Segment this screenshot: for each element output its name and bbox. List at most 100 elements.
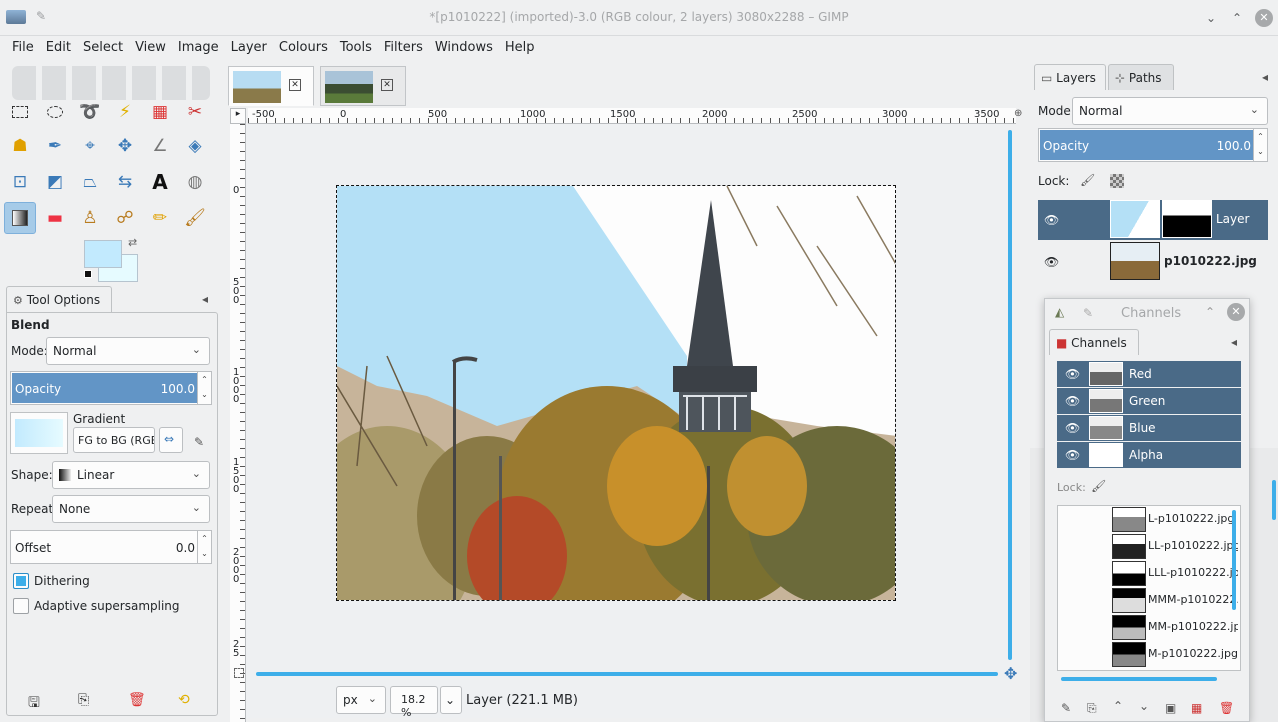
blend-icon[interactable] [4, 202, 36, 234]
color-picker-icon[interactable]: ⌖ [74, 130, 106, 162]
offset-spinner[interactable]: ⌃ ⌄ [197, 531, 211, 563]
scissors-icon[interactable]: ✂ [179, 96, 211, 128]
lock-alpha-icon[interactable] [1110, 174, 1124, 188]
lock-pixels-icon[interactable]: 🖌 [1091, 479, 1106, 493]
mode-dropdown[interactable]: Normal ⌄ [46, 337, 210, 365]
saved-channel-row[interactable]: MM-p1010222.jpg [1112, 614, 1238, 640]
menu-windows[interactable]: Windows [429, 36, 499, 55]
zoom-dropdown[interactable]: ⌄ [440, 686, 462, 714]
save-options-icon[interactable]: 🖫 [28, 692, 40, 716]
gradient-name-field[interactable]: FG to BG (RGB) [73, 427, 155, 453]
navigate-icon[interactable]: ⊕ [1014, 108, 1028, 124]
foreground-select-icon[interactable]: ☗ [4, 130, 36, 162]
default-colors-icon[interactable] [84, 270, 92, 278]
eye-icon[interactable]: 👁 [1044, 213, 1059, 227]
lock-pixels-icon[interactable]: 🖌 [1080, 173, 1095, 187]
offset-slider[interactable]: Offset 0.0 ⌃ ⌄ [10, 530, 212, 564]
eye-icon[interactable]: 👁 [1065, 448, 1080, 462]
chevron-up-icon[interactable]: ⌃ [1205, 305, 1215, 319]
layer-row-p1010222[interactable]: 👁 p1010222.jpg [1038, 242, 1268, 282]
layer-mode-dropdown[interactable]: Normal ⌄ [1072, 97, 1268, 125]
image-layer[interactable] [336, 185, 896, 601]
menu-view[interactable]: View [129, 36, 172, 55]
saved-channel-row[interactable]: LL-p1010222.jpg [1112, 533, 1238, 559]
menu-help[interactable]: Help [499, 36, 541, 55]
measure-icon[interactable]: ∠ [144, 130, 176, 162]
ellipse-select-icon[interactable] [39, 96, 71, 128]
zoom-field[interactable]: 18.2 % [390, 686, 438, 719]
gradient-preview[interactable] [10, 412, 68, 454]
pin-icon[interactable]: ✎ [1083, 306, 1093, 320]
maximize-chevron-up-icon[interactable]: ⌃ [1228, 9, 1246, 27]
eye-icon[interactable]: 👁 [1065, 421, 1080, 435]
close-tab-icon[interactable]: ✕ [381, 79, 393, 91]
panel-menu-icon[interactable]: ◂ [1231, 335, 1237, 349]
bucket-fill-icon[interactable]: ◍ [179, 166, 211, 198]
duplicate-channel-icon[interactable]: ▣ [1165, 701, 1176, 715]
vertical-scrollbar[interactable] [1008, 130, 1012, 660]
eye-icon[interactable]: 👁 [1065, 367, 1080, 381]
tab-layers[interactable]: ▭ Layers [1034, 64, 1106, 90]
reverse-gradient-button[interactable]: ⇔ [159, 427, 183, 453]
color-select-icon[interactable]: ▦ [144, 96, 176, 128]
paintbrush-icon[interactable]: 🖌 [179, 202, 211, 234]
pencil-icon[interactable]: ✏ [144, 202, 176, 234]
image-tab-1[interactable]: ✕ [228, 66, 314, 106]
flip-icon[interactable]: ⇆ [109, 166, 141, 198]
menu-colours[interactable]: Colours [273, 36, 334, 55]
close-icon[interactable]: ✕ [1255, 9, 1273, 27]
adaptive-supersampling-checkbox[interactable] [13, 598, 29, 614]
channel-row-green[interactable]: 👁 Green [1057, 388, 1241, 414]
menu-tools[interactable]: Tools [334, 36, 378, 55]
panel-menu-icon[interactable]: ◂ [202, 292, 208, 306]
channel-to-selection-icon[interactable]: ▦ [1191, 701, 1202, 715]
navigation-icon[interactable]: ✥ [1004, 664, 1017, 683]
layer-opacity-slider[interactable]: Opacity 100.0 ⌃ ⌄ [1038, 128, 1268, 162]
dithering-checkbox[interactable] [13, 573, 29, 589]
layer-opacity-spinner[interactable]: ⌃ ⌄ [1253, 129, 1267, 161]
lower-channel-icon[interactable]: ⌄ [1139, 699, 1149, 713]
perspective-icon[interactable]: ⏢ [74, 166, 106, 198]
dock-scrollbar[interactable] [1272, 480, 1276, 520]
unit-dropdown[interactable]: px ⌄ [336, 686, 386, 714]
horizontal-scrollbar[interactable] [256, 672, 998, 676]
saved-channel-row[interactable]: L-p1010222.jpg [1112, 506, 1236, 532]
channel-row-alpha[interactable]: 👁 Alpha [1057, 442, 1241, 468]
opacity-slider[interactable]: Opacity 100.0 ⌃ ⌄ [10, 371, 212, 405]
fg-bg-color-swatches[interactable]: ⇄ [84, 236, 138, 282]
close-tab-icon[interactable]: ✕ [289, 79, 301, 91]
image-tab-2[interactable]: ✕ [320, 66, 406, 106]
opacity-spinner[interactable]: ⌃ ⌄ [197, 372, 211, 404]
channel-row-blue[interactable]: 👁 Blue [1057, 415, 1241, 441]
repeat-dropdown[interactable]: None ⌄ [52, 495, 210, 523]
edit-channel-icon[interactable]: ✎ [1061, 701, 1071, 715]
channel-row-red[interactable]: 👁 Red [1057, 361, 1241, 387]
menu-layer[interactable]: Layer [225, 36, 273, 55]
align-icon[interactable]: ◈ [179, 130, 211, 162]
fuzzy-select-icon[interactable]: ⚡ [109, 96, 141, 128]
quick-mask-toggle-icon[interactable] [234, 668, 244, 678]
tab-channels[interactable]: ■ Channels [1049, 329, 1139, 355]
raise-channel-icon[interactable]: ⌃ [1113, 699, 1123, 713]
eye-icon[interactable]: 👁 [1065, 394, 1080, 408]
foreground-color-swatch[interactable] [84, 240, 122, 268]
list-hscrollbar[interactable] [1061, 677, 1217, 681]
move-icon[interactable]: ✥ [109, 130, 141, 162]
shape-dropdown[interactable]: Linear ⌄ [52, 461, 210, 489]
clone-icon[interactable]: ♙ [74, 202, 106, 234]
restore-options-icon[interactable]: ⎘ [78, 692, 89, 708]
canvas[interactable] [246, 124, 1010, 718]
smudge-icon[interactable]: ☍ [109, 202, 141, 234]
tab-paths[interactable]: ⊹ Paths [1108, 64, 1174, 90]
menu-edit[interactable]: Edit [40, 36, 77, 55]
quick-mask-corner[interactable]: ▸ [230, 108, 246, 124]
tab-tool-options[interactable]: ⚙ Tool Options [6, 286, 112, 312]
text-icon[interactable]: A [144, 166, 176, 198]
saved-channel-row[interactable]: MMM-p1010222.jpg [1112, 587, 1238, 613]
eraser-icon[interactable]: ▬ [39, 202, 71, 234]
reset-options-icon[interactable]: ⟲ [178, 692, 190, 708]
menu-select[interactable]: Select [77, 36, 129, 55]
eye-icon[interactable]: 👁 [1044, 255, 1059, 269]
list-scrollbar[interactable] [1232, 510, 1236, 610]
new-channel-icon[interactable]: ⎘ [1087, 701, 1097, 716]
